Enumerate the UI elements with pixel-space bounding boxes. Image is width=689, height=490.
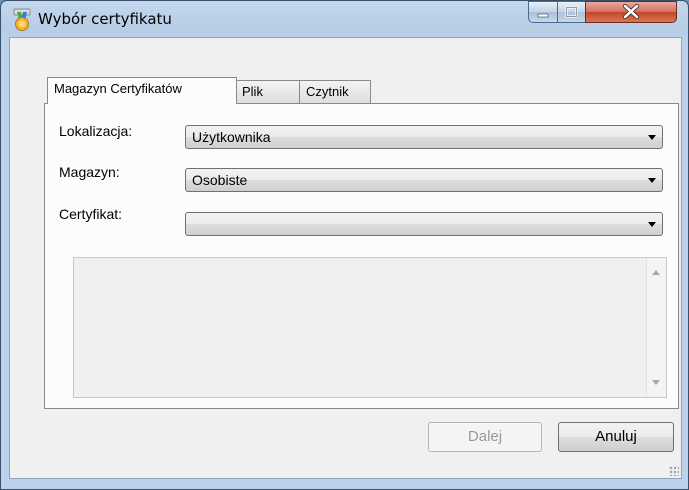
- tab-label: Plik: [242, 84, 263, 99]
- chevron-down-icon: [648, 222, 656, 227]
- close-button[interactable]: [585, 1, 677, 23]
- certificate-details-box: [73, 257, 667, 398]
- location-label: Lokalizacja:: [59, 123, 133, 139]
- chevron-down-icon: [648, 178, 656, 183]
- resize-grip-icon[interactable]: [669, 466, 679, 476]
- scroll-up-icon[interactable]: [652, 270, 660, 275]
- tab-label: Czytnik: [306, 84, 349, 99]
- tab-certificate-store[interactable]: Magazyn Certyfikatów: [47, 77, 237, 104]
- certificate-dialog-window: Wybór certyfikatu Magazyn Certyfikatów P…: [0, 0, 689, 490]
- store-combobox[interactable]: Osobiste: [185, 168, 663, 192]
- store-label: Magazyn:: [59, 164, 120, 180]
- tab-file[interactable]: Plik: [235, 80, 301, 104]
- tab-label: Magazyn Certyfikatów: [54, 81, 182, 96]
- location-value: Użytkownika: [192, 129, 271, 145]
- close-icon: [622, 3, 640, 20]
- dialog-client-area: Magazyn Certyfikatów Plik Czytnik Lokali…: [9, 37, 682, 479]
- chevron-down-icon: [648, 135, 656, 140]
- minimize-icon: [537, 13, 549, 18]
- tab-reader[interactable]: Czytnik: [299, 80, 371, 104]
- certificate-medal-icon: [13, 8, 31, 31]
- maximize-icon: [565, 6, 578, 18]
- certificate-combobox[interactable]: [185, 212, 663, 236]
- cancel-button[interactable]: Anuluj: [558, 422, 674, 452]
- window-title: Wybór certyfikatu: [38, 10, 172, 28]
- tab-panel-certificate-store: Lokalizacja: Użytkownika Magazyn: Osobis…: [44, 103, 679, 409]
- minimize-button[interactable]: [528, 1, 558, 23]
- certificate-label: Certyfikat:: [59, 206, 123, 222]
- location-combobox[interactable]: Użytkownika: [185, 125, 663, 149]
- vertical-scrollbar[interactable]: [646, 258, 666, 397]
- next-button[interactable]: Dalej: [428, 422, 542, 452]
- maximize-button[interactable]: [557, 1, 586, 23]
- title-bar[interactable]: Wybór certyfikatu: [1, 1, 688, 37]
- scroll-down-icon[interactable]: [652, 380, 660, 385]
- store-value: Osobiste: [192, 172, 248, 188]
